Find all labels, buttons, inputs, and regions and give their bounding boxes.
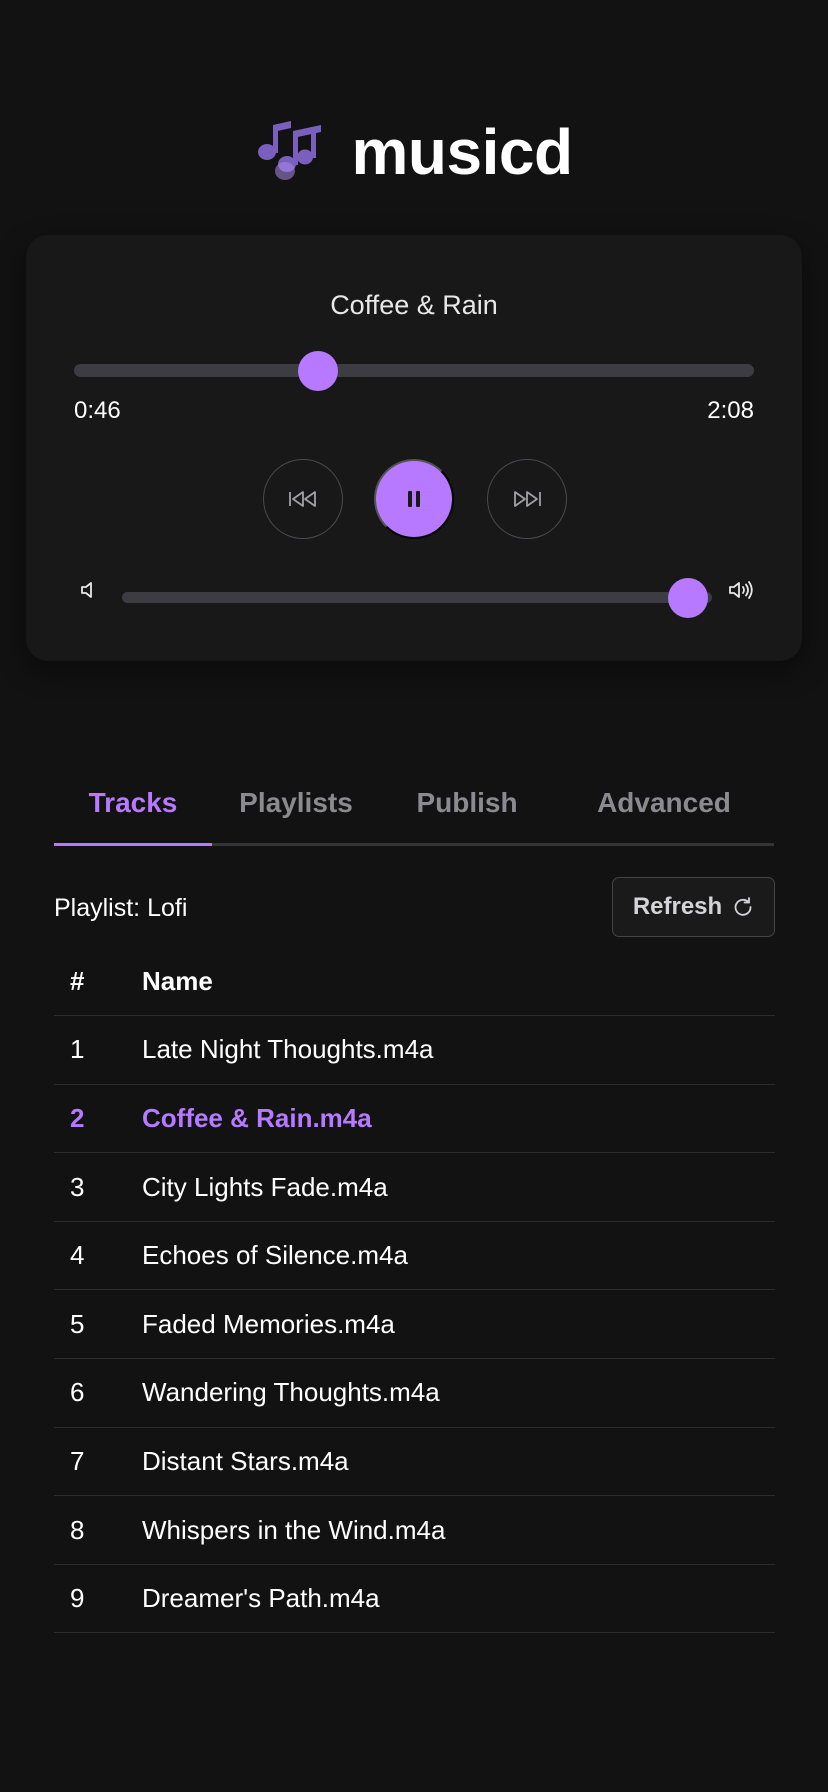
track-number: 3 [54,1152,142,1222]
table-row-active[interactable]: 2 Coffee & Rain.m4a [54,1084,775,1154]
playlist-label: Playlist: Lofi [54,894,188,922]
column-header-name: Name [142,947,775,1017]
table-row[interactable]: 8 Whispers in the Wind.m4a [54,1495,775,1565]
active-tab-indicator [54,843,212,846]
track-name: Whispers in the Wind.m4a [142,1495,775,1565]
track-name: Wandering Thoughts.m4a [142,1358,775,1428]
skip-forward-icon [514,491,541,507]
track-table: # Name 1 Late Night Thoughts.m4a 2 Coffe… [54,947,775,1634]
track-number: 6 [54,1358,142,1428]
table-row[interactable]: 6 Wandering Thoughts.m4a [54,1358,775,1428]
tab-bar: Tracks Playlists Publish Advanced [54,760,774,846]
refresh-button-label: Refresh [632,893,723,920]
speaker-high-icon[interactable] [728,580,754,600]
table-header-row: # Name [54,947,775,1017]
column-header-number: # [54,947,142,1017]
track-number: 1 [54,1015,142,1085]
track-number: 8 [54,1495,142,1565]
track-name: City Lights Fade.m4a [142,1152,775,1222]
tab-playlists[interactable]: Playlists [212,760,380,846]
refresh-icon [734,897,752,916]
total-time: 2:08 [707,397,754,424]
tab-publish[interactable]: Publish [380,760,554,846]
table-row[interactable]: 5 Faded Memories.m4a [54,1289,775,1360]
app-title: musicd [351,116,573,188]
table-row[interactable]: 1 Late Night Thoughts.m4a [54,1015,775,1085]
pause-icon [408,491,420,507]
volume-thumb[interactable] [668,577,709,618]
tab-tracks[interactable]: Tracks [54,760,212,846]
track-number: 2 [54,1084,142,1154]
speaker-low-icon[interactable] [80,580,96,600]
table-row[interactable]: 4 Echoes of Silence.m4a [54,1221,775,1291]
track-name: Distant Stars.m4a [142,1427,775,1497]
track-name: Dreamer's Path.m4a [142,1564,775,1634]
app-header: musicd [0,112,828,192]
table-row[interactable]: 9 Dreamer's Path.m4a [54,1564,775,1634]
progress-slider[interactable] [74,350,754,391]
skip-back-icon [289,491,316,507]
next-track-button[interactable] [487,459,567,539]
refresh-button[interactable]: Refresh [612,877,775,937]
track-number: 4 [54,1221,142,1291]
track-name: Echoes of Silence.m4a [142,1221,775,1291]
now-playing-title: Coffee & Rain [330,290,498,320]
table-row[interactable]: 3 City Lights Fade.m4a [54,1152,775,1222]
music-notes-icon [258,121,322,180]
track-number: 7 [54,1427,142,1497]
track-number: 5 [54,1289,142,1360]
table-row[interactable]: 7 Distant Stars.m4a [54,1427,775,1497]
player-card: Coffee & Rain 0:46 2:08 [26,235,802,661]
volume-slider[interactable] [122,577,712,618]
progress-thumb[interactable] [298,350,339,391]
current-time: 0:46 [74,397,121,424]
track-name: Late Night Thoughts.m4a [142,1015,775,1085]
track-name: Coffee & Rain.m4a [142,1084,775,1154]
track-number: 9 [54,1564,142,1634]
previous-track-button[interactable] [263,459,343,539]
track-name: Faded Memories.m4a [142,1289,775,1360]
pause-button[interactable] [374,459,454,539]
tab-advanced[interactable]: Advanced [554,760,774,846]
